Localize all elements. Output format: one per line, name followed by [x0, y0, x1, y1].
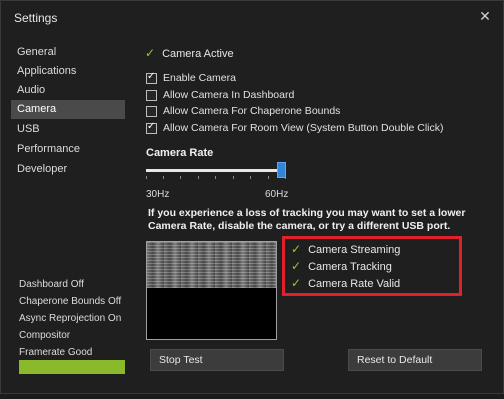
close-icon[interactable]: ✕: [476, 7, 494, 25]
checkmark-icon: ✓: [145, 46, 156, 60]
checkmark-icon: ✓: [291, 259, 302, 273]
checkbox-label: Allow Camera For Room View (System Butto…: [163, 122, 444, 134]
camera-rate-title: Camera Rate: [146, 147, 214, 159]
sidebar-item-developer[interactable]: Developer: [11, 160, 125, 179]
checkbox[interactable]: [146, 121, 157, 134]
sidebar-item-general[interactable]: General: [11, 43, 125, 62]
status-reprojection: Async Reprojection On: [19, 313, 122, 324]
sidebar-item-performance[interactable]: Performance: [11, 140, 125, 159]
checkbox-label: Allow Camera For Chaperone Bounds: [163, 105, 341, 117]
option-camera-chaperone[interactable]: Allow Camera For Chaperone Bounds: [146, 104, 340, 118]
sidebar-item-camera[interactable]: Camera: [11, 100, 125, 119]
camera-active-label: Camera Active: [162, 48, 234, 60]
option-enable-camera[interactable]: Enable Camera: [146, 71, 236, 85]
sidebar: General Applications Audio Camera USB Pe…: [1, 39, 131, 399]
slider-thumb[interactable]: [277, 162, 286, 178]
checkbox[interactable]: [146, 105, 157, 117]
camera-rate-slider[interactable]: [146, 162, 288, 184]
camera-preview-image: [147, 242, 276, 288]
status-chaperone: Chaperone Bounds Off: [19, 296, 122, 307]
option-camera-room-view[interactable]: Allow Camera For Room View (System Butto…: [146, 121, 443, 135]
sidebar-item-audio[interactable]: Audio: [11, 81, 125, 100]
status-camera-streaming: ✓ Camera Streaming: [291, 242, 401, 256]
stop-test-button[interactable]: Stop Test: [150, 349, 284, 371]
checkbox-label: Allow Camera In Dashboard: [163, 89, 295, 101]
settings-window: Settings ✕ General Applications Audio Ca…: [0, 0, 504, 394]
checkbox[interactable]: [146, 71, 157, 84]
checkmark-icon: ✓: [291, 276, 302, 290]
rate-min-label: 30Hz: [146, 189, 170, 200]
reset-to-default-button[interactable]: Reset to Default: [348, 349, 482, 371]
framerate-status-bar: [19, 360, 125, 374]
status-camera-tracking: ✓ Camera Tracking: [291, 259, 392, 273]
checkmark-icon: ✓: [291, 242, 302, 256]
option-camera-dashboard[interactable]: Allow Camera In Dashboard: [146, 88, 294, 102]
status-camera-rate-valid: ✓ Camera Rate Valid: [291, 276, 401, 290]
camera-settings-panel: ✓ Camera Active Enable Camera Allow Camer…: [131, 34, 503, 394]
title-bar: Settings ✕: [1, 1, 503, 34]
status-dashboard: Dashboard Off: [19, 279, 84, 290]
sidebar-item-usb[interactable]: USB: [11, 120, 125, 139]
tracking-hint-text: If you experience a loss of tracking you…: [148, 207, 466, 232]
tracking-status-box: ✓ Camera Streaming ✓ Camera Tracking ✓ Came…: [282, 236, 462, 296]
window-title: Settings: [14, 11, 58, 25]
camera-active-indicator: ✓ Camera Active: [145, 46, 234, 60]
rate-max-label: 60Hz: [265, 189, 289, 200]
camera-preview: [146, 241, 277, 340]
checkbox-label: Enable Camera: [163, 72, 236, 84]
checkbox[interactable]: [146, 89, 157, 101]
status-compositor: Compositor: [19, 330, 71, 341]
sidebar-item-applications[interactable]: Applications: [11, 62, 125, 81]
status-framerate: Framerate Good: [19, 347, 93, 358]
slider-track[interactable]: [146, 169, 286, 172]
slider-ticks: [146, 176, 286, 181]
